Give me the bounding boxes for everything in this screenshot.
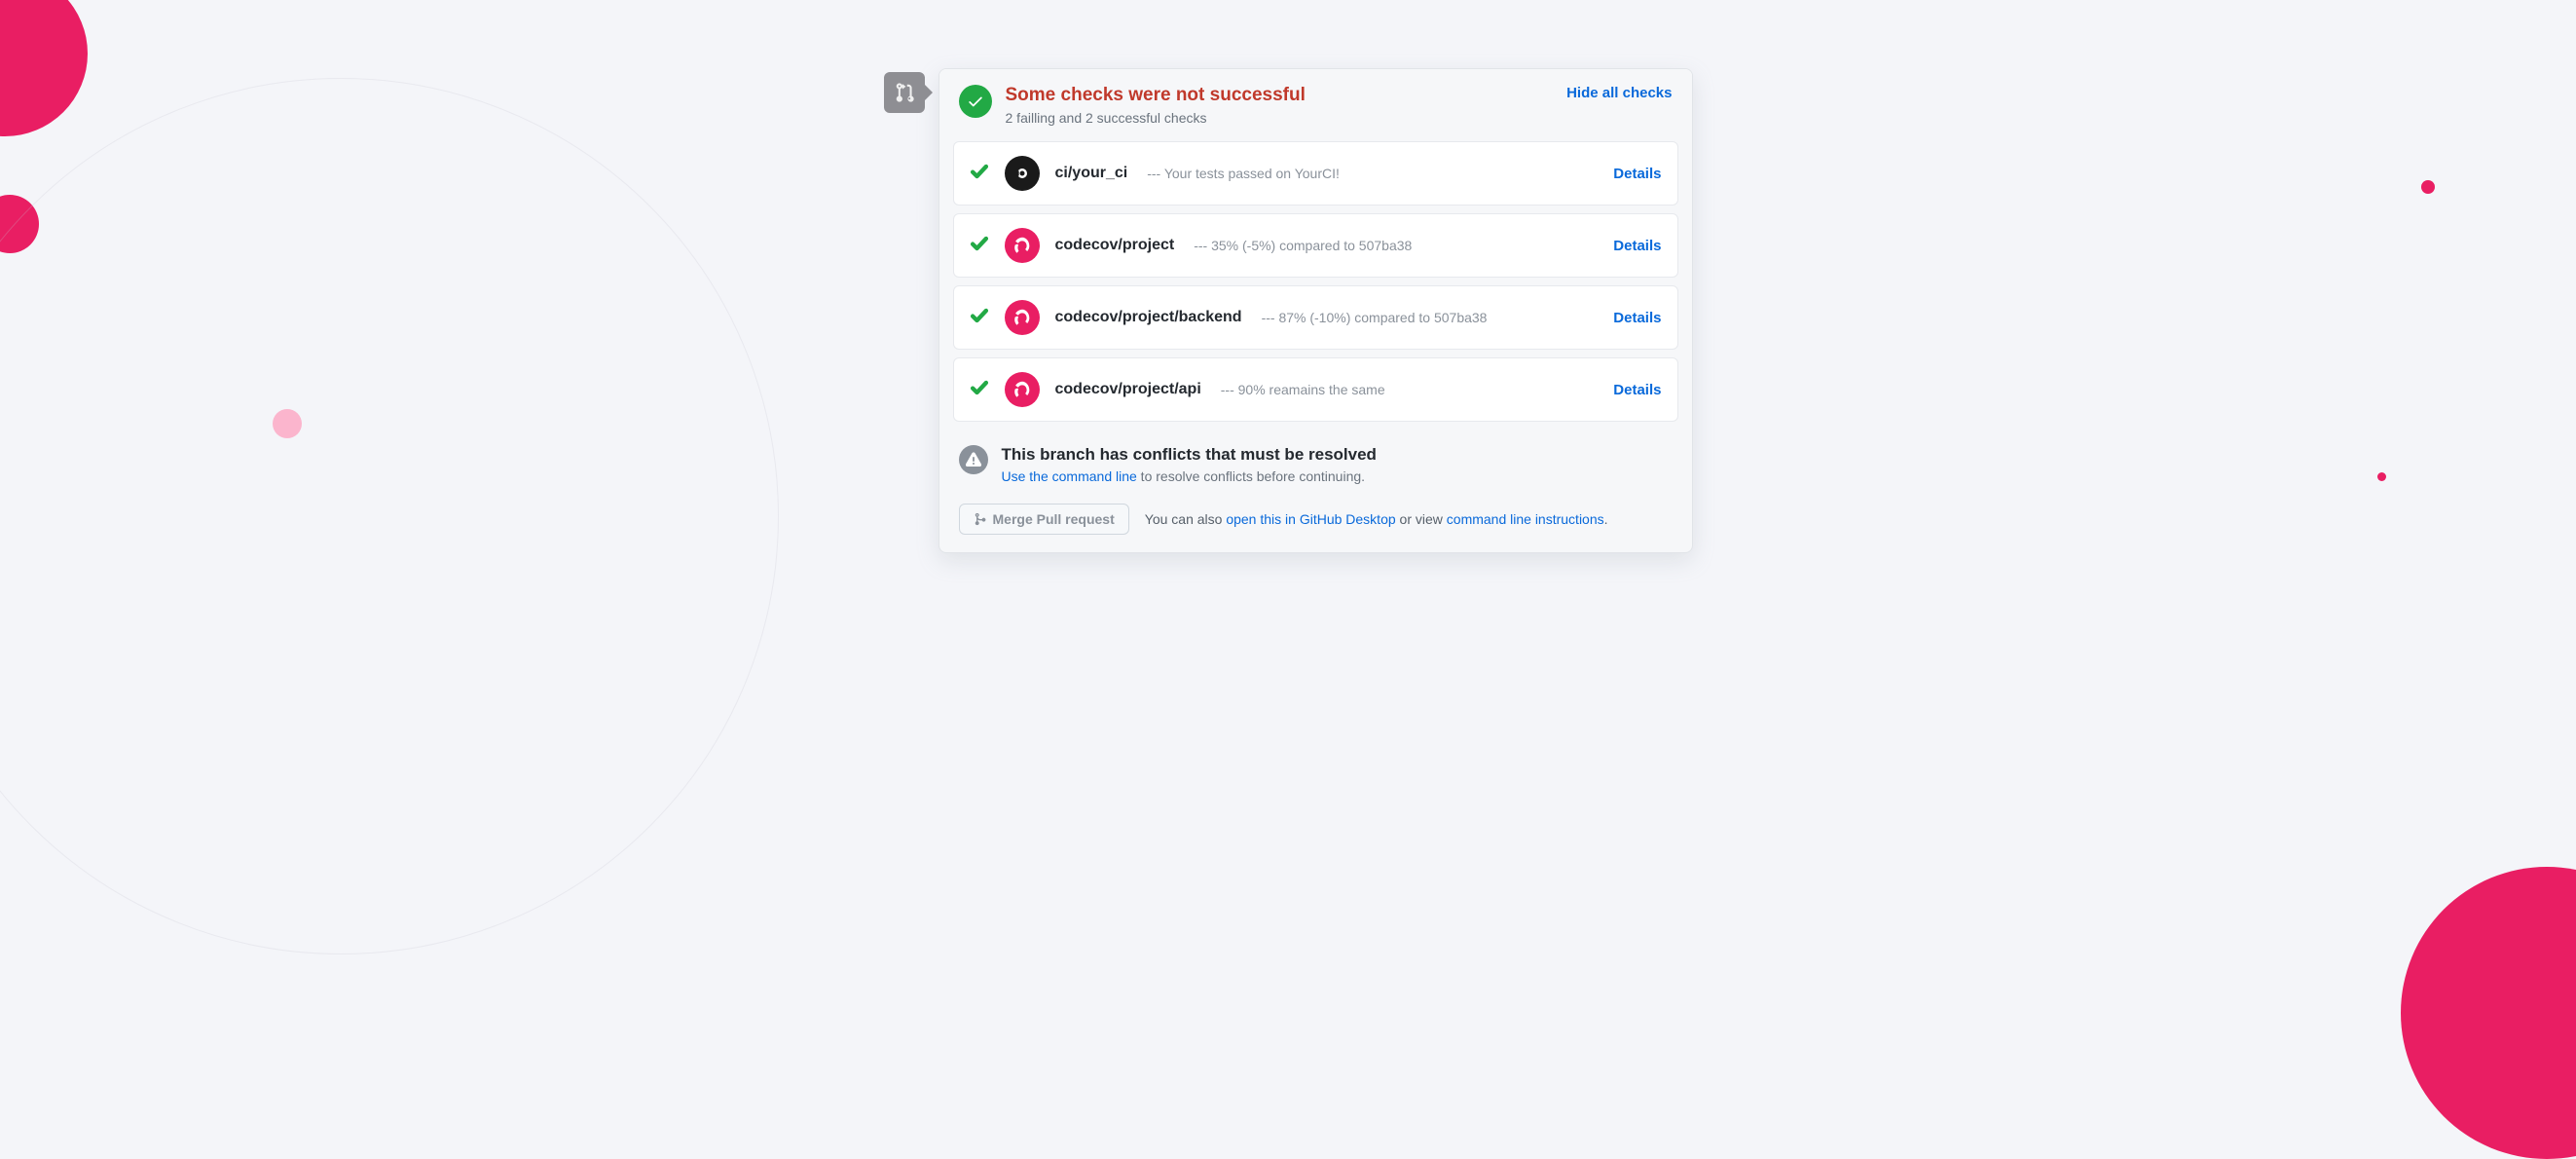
check-success-icon (970, 306, 989, 330)
decoration-dot (2377, 472, 2386, 481)
command-line-instructions-link[interactable]: command line instructions (1447, 511, 1604, 527)
codecov-icon (1005, 300, 1040, 335)
details-link[interactable]: Details (1613, 166, 1661, 182)
decoration-circle (2401, 867, 2576, 1159)
ci-provider-icon (1005, 156, 1040, 191)
check-description: --- 87% (-10%) compared to 507ba38 (1262, 310, 1488, 325)
check-row: codecov/project/api --- 90% reamains the… (953, 357, 1678, 422)
decoration-ring (0, 78, 779, 954)
check-name: ci/your_ci (1055, 165, 1128, 182)
decoration-circle (0, 0, 88, 136)
check-success-icon (970, 162, 989, 186)
check-name: codecov/project/api (1055, 381, 1201, 398)
check-description: --- 90% reamains the same (1221, 382, 1385, 397)
check-row: ci/your_ci --- Your tests passed on Your… (953, 141, 1678, 206)
decoration-dot (2421, 180, 2435, 194)
codecov-icon (1005, 372, 1040, 407)
check-description: --- Your tests passed on YourCI! (1147, 166, 1340, 181)
warning-icon (959, 445, 988, 474)
use-command-line-link[interactable]: Use the command line (1002, 468, 1137, 484)
pull-request-badge (884, 72, 925, 113)
check-success-icon (970, 378, 989, 402)
conflict-title: This branch has conflicts that must be r… (1002, 445, 1377, 465)
footer-text: You can also open this in GitHub Desktop… (1145, 511, 1608, 527)
open-github-desktop-link[interactable]: open this in GitHub Desktop (1226, 511, 1395, 527)
details-link[interactable]: Details (1613, 382, 1661, 398)
checks-title: Some checks were not successful (1006, 85, 1554, 106)
panel-header: Some checks were not successful 2 failli… (939, 69, 1692, 141)
details-link[interactable]: Details (1613, 310, 1661, 326)
check-row: codecov/project --- 35% (-5%) compared t… (953, 213, 1678, 278)
panel-footer: Merge Pull request You can also open thi… (939, 492, 1692, 552)
conflict-rest-text: to resolve conflicts before continuing. (1137, 468, 1365, 484)
check-name: codecov/project (1055, 237, 1175, 254)
checks-subtitle: 2 failling and 2 successful checks (1006, 110, 1554, 126)
check-row: codecov/project/backend --- 87% (-10%) c… (953, 285, 1678, 350)
checks-panel: Some checks were not successful 2 failli… (938, 68, 1693, 553)
git-merge-icon (974, 512, 987, 526)
conflict-subtitle: Use the command line to resolve conflict… (1002, 468, 1377, 484)
details-link[interactable]: Details (1613, 238, 1661, 254)
hide-all-checks-link[interactable]: Hide all checks (1566, 85, 1672, 101)
check-name: codecov/project/backend (1055, 309, 1242, 326)
check-success-icon (970, 234, 989, 258)
merge-button-label: Merge Pull request (993, 511, 1115, 527)
status-success-icon (959, 85, 992, 118)
codecov-icon (1005, 228, 1040, 263)
pull-request-icon (894, 82, 915, 103)
merge-pull-request-button[interactable]: Merge Pull request (959, 504, 1129, 535)
conflict-section: This branch has conflicts that must be r… (939, 430, 1692, 492)
check-description: --- 35% (-5%) compared to 507ba38 (1194, 238, 1412, 253)
